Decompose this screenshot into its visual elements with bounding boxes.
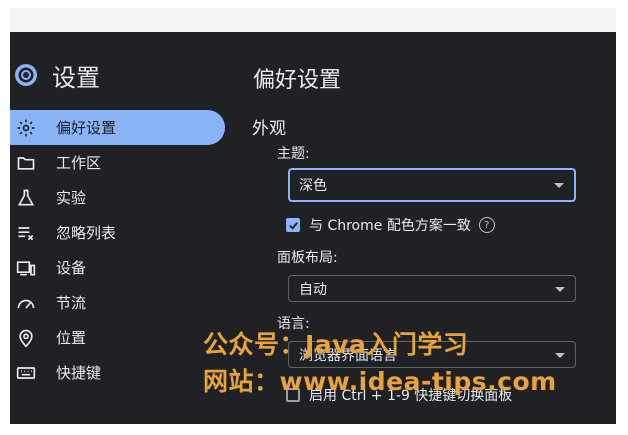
panel-layout-label: 面板布局: — [277, 250, 338, 266]
sidebar-item-preferences[interactable]: 偏好设置 — [10, 110, 225, 145]
window-top-strip — [10, 8, 616, 32]
watermark-line-1: 公众号：Java入门学习 — [203, 330, 469, 359]
chevron-down-icon — [555, 286, 565, 292]
section-title-appearance: 外观 — [252, 119, 286, 139]
page-title: 偏好设置 — [253, 68, 342, 93]
folder-icon — [15, 152, 37, 174]
flask-icon — [15, 187, 37, 209]
keyboard-icon — [15, 362, 37, 384]
theme-select[interactable]: 深色 — [288, 168, 576, 202]
sidebar-item-label: 实验 — [56, 189, 87, 207]
sidebar-item-ignore-list[interactable]: 忽略列表 — [10, 215, 225, 250]
sidebar-item-locations[interactable]: 位置 — [10, 320, 225, 355]
sidebar-item-label: 位置 — [56, 329, 87, 347]
match-chrome-checkbox[interactable] — [286, 218, 300, 232]
sidebar-item-throttling[interactable]: 节流 — [10, 285, 225, 320]
sidebar-item-label: 忽略列表 — [56, 224, 117, 242]
location-pin-icon — [15, 327, 37, 349]
settings-nav: 偏好设置 工作区 实验 忽略列表 设备 节流 位置 快捷键 — [10, 110, 225, 390]
speedometer-icon — [15, 292, 37, 314]
chevron-down-icon — [554, 183, 564, 188]
sidebar-item-label: 工作区 — [56, 154, 102, 172]
sidebar-item-devices[interactable]: 设备 — [10, 250, 225, 285]
match-chrome-row[interactable]: 与 Chrome 配色方案一致 ? — [286, 215, 495, 235]
settings-title: 设置 — [52, 63, 100, 92]
gear-icon — [15, 117, 37, 139]
watermark-line-2: 网站：www.idea-tips.com — [203, 367, 557, 396]
sidebar-item-label: 设备 — [56, 259, 87, 277]
sidebar-item-experiments[interactable]: 实验 — [10, 180, 225, 215]
checkmark-icon — [288, 221, 298, 230]
settings-sidebar: 设置 偏好设置 工作区 实验 忽略列表 设备 节流 位置 快捷键 — [10, 32, 225, 424]
panel-layout-select-value: 自动 — [299, 281, 327, 298]
theme-select-value: 深色 — [299, 178, 327, 194]
theme-label: 主题: — [277, 146, 310, 162]
sidebar-item-shortcuts[interactable]: 快捷键 — [10, 355, 225, 390]
sidebar-item-label: 快捷键 — [56, 364, 102, 382]
sidebar-item-label: 偏好设置 — [56, 119, 117, 137]
help-icon[interactable]: ? — [478, 217, 495, 233]
match-chrome-label: 与 Chrome 配色方案一致 — [309, 218, 471, 234]
sidebar-item-workspace[interactable]: 工作区 — [10, 145, 225, 180]
sidebar-header: 设置 — [14, 60, 100, 92]
list-remove-icon — [15, 222, 37, 244]
devices-icon — [15, 257, 37, 279]
panel-layout-select[interactable]: 自动 — [288, 275, 576, 302]
chrome-logo-icon — [15, 64, 37, 86]
sidebar-item-label: 节流 — [56, 294, 87, 312]
chevron-down-icon — [555, 352, 565, 358]
